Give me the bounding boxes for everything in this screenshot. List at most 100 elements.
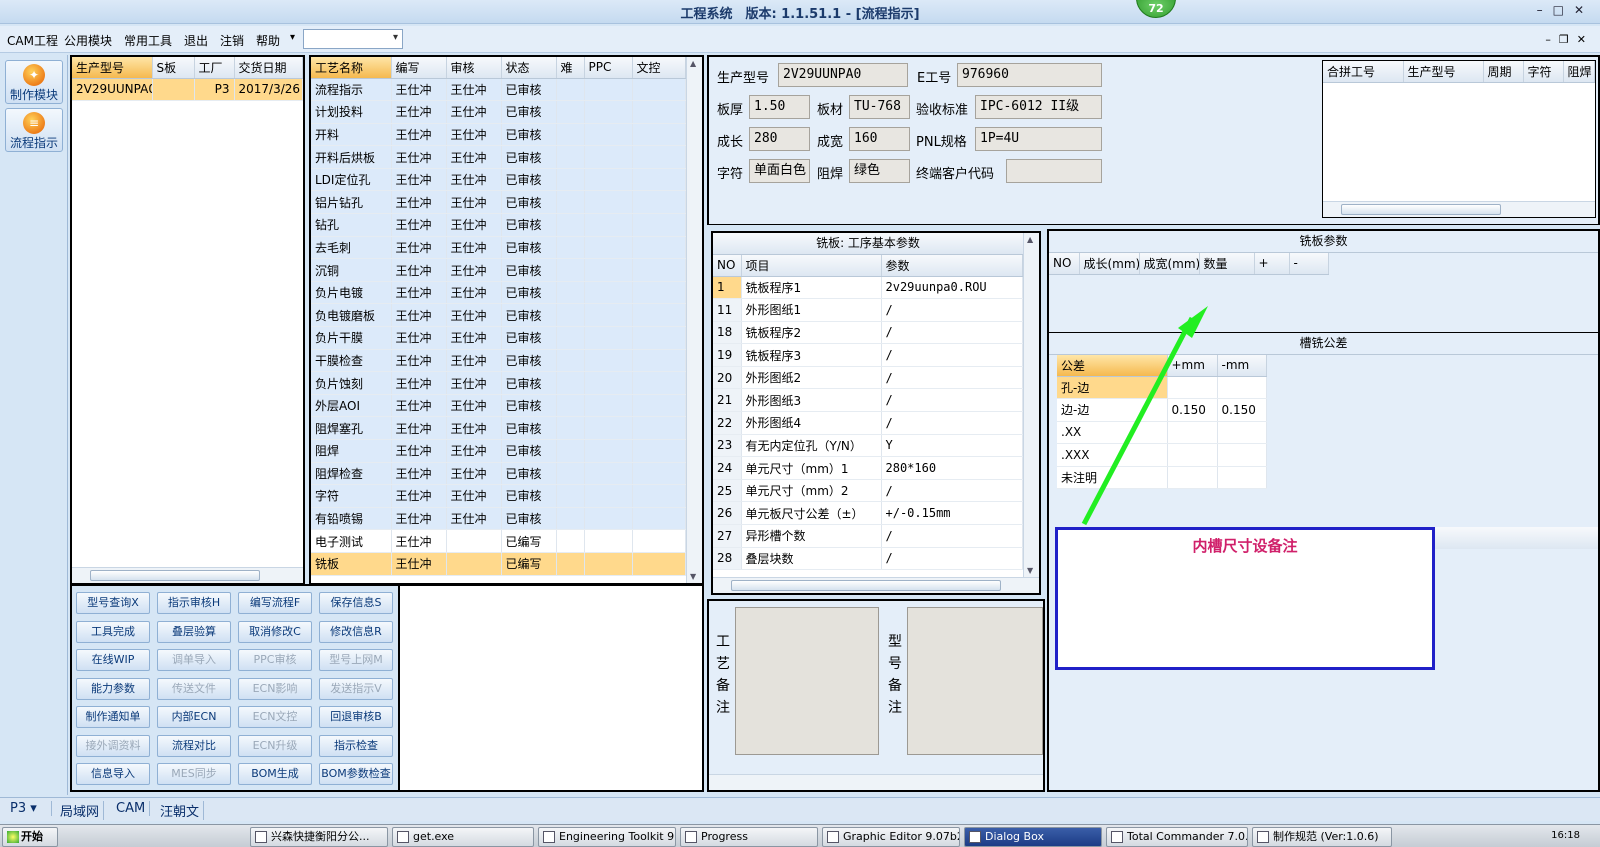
table-row[interactable]: 负片蚀刻 王仕冲 王仕冲 已审核 [311, 371, 686, 395]
table-cell[interactable]: / [881, 388, 1023, 413]
table-row[interactable]: 阻焊塞孔 王仕冲 王仕冲 已审核 [311, 416, 686, 440]
maximize-icon[interactable]: □ [1553, 3, 1574, 17]
toolbar-button[interactable]: 接外调资料 [76, 734, 150, 757]
table-row[interactable]: 去毛刺 王仕冲 王仕冲 已审核 [311, 236, 686, 260]
routing-hscroll[interactable] [713, 577, 1039, 593]
column-header[interactable]: PPC [584, 57, 633, 79]
scroll-thumb[interactable] [90, 570, 260, 581]
table-row[interactable]: 沉铜 王仕冲 王仕冲 已审核 [311, 258, 686, 282]
status-factory[interactable]: P3 ▾ [6, 801, 52, 816]
table-row[interactable]: 阻焊 王仕冲 王仕冲 已审核 [311, 439, 686, 463]
toolbar-button[interactable]: 指示检查 [319, 734, 393, 757]
close-icon[interactable]: ✕ [1574, 3, 1594, 17]
minimize-icon[interactable]: – [1545, 33, 1559, 46]
toolbar-button[interactable]: 能力参数 [76, 677, 150, 700]
restore-icon[interactable]: ❐ [1559, 33, 1577, 46]
table-cell[interactable]: Y [881, 434, 1023, 458]
menu-public[interactable]: 公用模块 [64, 32, 112, 49]
table-row[interactable]: 铝片钻孔 王仕冲 王仕冲 已审核 [311, 190, 686, 215]
toolbar-button[interactable]: 编写流程F [238, 592, 312, 614]
table-row[interactable]: 28 叠层块数 / [713, 547, 1023, 571]
table-row[interactable]: 18 铣板程序2/ [713, 321, 1023, 345]
start-button[interactable]: 开始 [2, 827, 58, 847]
thickness-field[interactable]: 1.50 [749, 95, 810, 119]
table-row[interactable]: 干膜检查 王仕冲 王仕冲 已审核 [311, 349, 686, 373]
taskbar-item[interactable]: Dialog Box [964, 827, 1102, 847]
scroll-thumb[interactable] [731, 580, 1001, 591]
table-row[interactable]: 阻焊检查 王仕冲 王仕冲 已审核 [311, 462, 686, 486]
column-header[interactable]: 数量 [1199, 253, 1255, 275]
toolbar-button[interactable]: 取消修改C [238, 620, 312, 643]
table-row[interactable]: 有铅喷锡 王仕冲 王仕冲 已审核 [311, 507, 686, 531]
table-row[interactable]: 开料 王仕冲 王仕冲 已审核 [311, 123, 686, 147]
table-row[interactable]: 钻孔 王仕冲 王仕冲 已审核 [311, 213, 686, 237]
table-row[interactable]: 铣板 王仕冲 已编写 [311, 552, 686, 576]
table-cell[interactable]: / [881, 547, 1023, 571]
table-cell[interactable]: 280*160 [881, 456, 1023, 480]
menu-tools[interactable]: 常用工具 [124, 32, 172, 49]
column-header[interactable]: 工厂 [194, 57, 235, 79]
process-vscroll[interactable] [686, 57, 702, 583]
toolbar-button[interactable]: 内部ECN [157, 706, 231, 728]
model-hscroll[interactable] [72, 567, 303, 583]
toolbar-button[interactable]: 信息导入 [76, 763, 150, 785]
column-header[interactable]: 字符 [1523, 61, 1564, 83]
column-header[interactable]: 审核 [446, 57, 502, 79]
menu-cam[interactable]: CAM工程 [7, 32, 58, 49]
table-row[interactable]: 20 外形图纸2/ [713, 366, 1023, 390]
taskbar-item[interactable]: Graphic Editor 9.07b2... [822, 827, 960, 847]
table-row[interactable]: 开料后烘板 王仕冲 王仕冲 已审核 [311, 145, 686, 169]
column-header[interactable]: 生产型号 [1403, 61, 1484, 83]
column-header[interactable]: 项目 [741, 255, 882, 277]
toolbar-button[interactable]: 叠层验算 [157, 620, 231, 643]
table-row[interactable]: 25 单元尺寸（mm）2/ [713, 479, 1023, 503]
table-cell[interactable]: / [881, 298, 1023, 322]
column-header[interactable]: 合拼工号 [1323, 61, 1404, 83]
toolbar-button[interactable]: 回退审核B [319, 706, 393, 728]
column-header[interactable]: 成长(mm) [1079, 253, 1140, 275]
toolbar-button[interactable]: 型号查询X [76, 592, 150, 614]
minimize-icon[interactable]: – [1537, 3, 1553, 17]
toolbar-button[interactable]: ECN影响 [238, 677, 312, 700]
customer-field[interactable] [1006, 159, 1102, 183]
toolbar-button[interactable]: 发送指示V [319, 677, 393, 700]
taskbar-item[interactable]: Engineering Toolkit 9.... [538, 827, 676, 847]
table-cell[interactable] [1217, 466, 1267, 490]
table-cell[interactable] [1217, 421, 1267, 445]
pnl-field[interactable]: 1P=4U [975, 127, 1102, 151]
menu-help[interactable]: 帮助 [256, 32, 280, 49]
table-row[interactable]: 流程指示 王仕冲 王仕冲 已审核 [311, 78, 686, 102]
model-remark-input[interactable] [907, 607, 1043, 755]
table-cell[interactable]: / [881, 524, 1023, 548]
mdi-controls[interactable]: –❐✕ [1545, 33, 1594, 46]
table-row[interactable]: 24 单元尺寸（mm）1 280*160 [713, 456, 1023, 480]
toolbar-button[interactable]: 在线WIP [76, 649, 150, 671]
table-row[interactable]: 21 外形图纸3/ [713, 388, 1023, 413]
remarks-hscroll[interactable] [709, 774, 1043, 790]
taskbar-item[interactable]: 制作规范 (Ver:1.0.6) [1252, 827, 1392, 847]
menu-logout[interactable]: 注销 [220, 32, 244, 49]
table-row[interactable]: 22 外形图纸4/ [713, 411, 1023, 435]
column-header[interactable]: 状态 [501, 57, 557, 79]
toolbar-button[interactable]: BOM生成 [238, 763, 312, 785]
eno-field[interactable]: 976960 [957, 63, 1102, 87]
menu-dropdown-icon[interactable]: ▾ [290, 32, 295, 43]
toolbar-button[interactable]: 传送文件 [157, 677, 231, 700]
table-row[interactable]: 负电镀磨板 王仕冲 王仕冲 已审核 [311, 303, 686, 328]
table-row[interactable]: 负片干膜 王仕冲 王仕冲 已审核 [311, 326, 686, 350]
toolbar-button[interactable]: MES同步 [157, 763, 231, 785]
mask-field[interactable]: 绿色 [849, 159, 910, 183]
toolbar-button[interactable]: 工具完成 [76, 620, 150, 643]
standard-field[interactable]: IPC-6012 II级 [975, 95, 1102, 119]
combine-hscroll[interactable] [1323, 201, 1595, 217]
table-cell[interactable]: / [881, 479, 1023, 503]
table-cell[interactable] [1217, 376, 1267, 400]
toolbar-button[interactable]: PPC审核 [238, 649, 312, 671]
toolbar-button[interactable]: ECN文控 [238, 706, 312, 728]
taskbar-item[interactable]: Progress [680, 827, 818, 847]
table-row[interactable]: 字符 王仕冲 王仕冲 已审核 [311, 484, 686, 508]
taskbar-item[interactable]: Total Commander 7.0... [1106, 827, 1248, 847]
column-header[interactable]: 文控 [632, 57, 686, 79]
column-header[interactable]: 工艺名称 [311, 57, 392, 79]
column-header[interactable]: 交货日期 [234, 57, 303, 79]
